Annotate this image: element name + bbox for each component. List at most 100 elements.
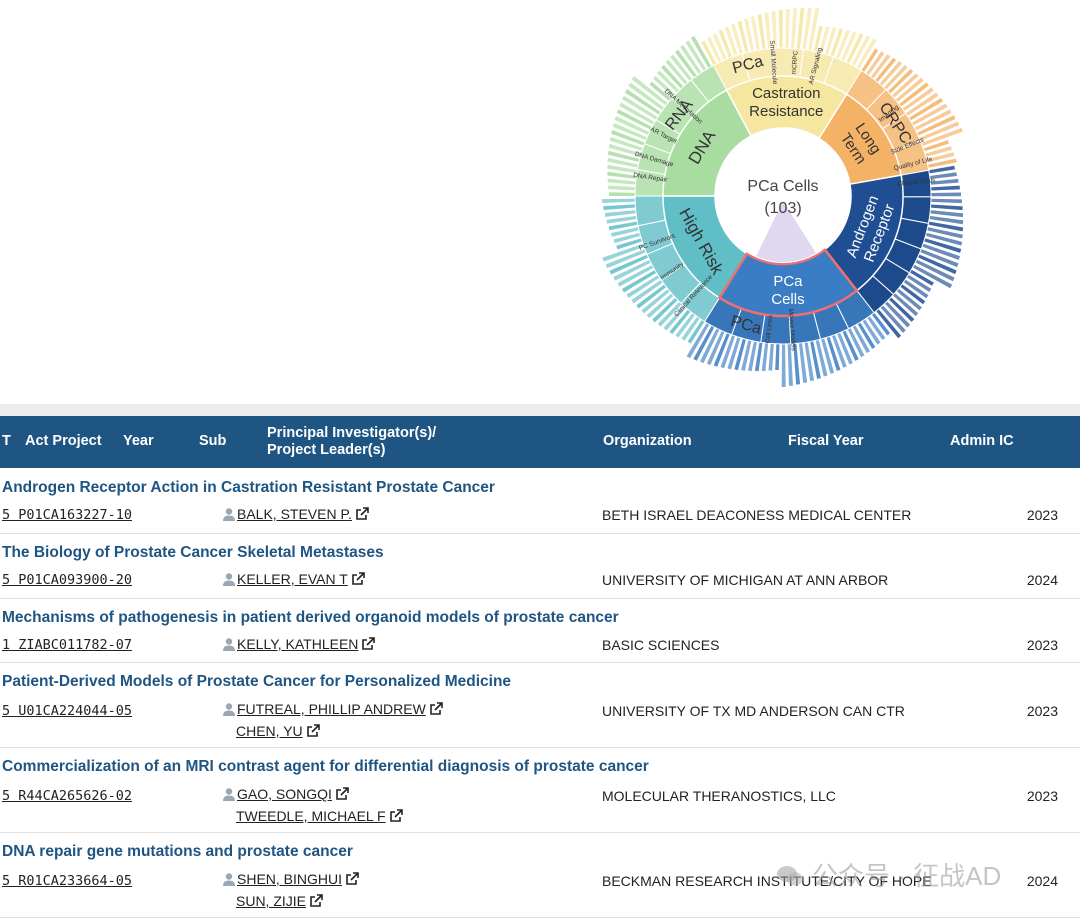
fiscal-year-text: 2024 [1026, 873, 1058, 889]
sunburst-center-count[interactable]: (103) [764, 200, 801, 217]
pi-name-link[interactable]: CHEN, YU [236, 723, 303, 739]
project-title-link[interactable]: Androgen Receptor Action in Castration R… [2, 479, 495, 497]
external-link-icon[interactable] [351, 572, 365, 586]
sunburst-fringe-bar[interactable] [778, 10, 783, 49]
project-number-link[interactable]: 5 P01CA093900-20 [2, 572, 132, 588]
user-icon [223, 788, 235, 801]
project-title-link[interactable]: The Biology of Prostate Cancer Skeletal … [2, 544, 384, 562]
fiscal-year-text: 2023 [1026, 507, 1058, 523]
sunburst-fringe-bar[interactable] [608, 185, 636, 191]
pi-name-link[interactable]: KELLER, EVAN T [237, 571, 348, 587]
sunburst-fringe-bar[interactable] [761, 342, 769, 372]
pi-entry: KELLER, EVAN T [222, 571, 365, 587]
external-link-icon[interactable] [429, 702, 443, 716]
sunburst-fringe-bar[interactable] [604, 210, 637, 217]
organization-text: BASIC SCIENCES [602, 637, 720, 653]
pi-entry: SHEN, BINGHUI [222, 871, 359, 887]
col-header-fiscal-year[interactable]: Fiscal Year [788, 433, 864, 449]
pi-name-link[interactable]: KELLY, KATHLEEN [237, 636, 358, 652]
external-link-icon[interactable] [306, 724, 320, 738]
watermark-text: 公众号 · 征战AD [812, 861, 1002, 891]
sunburst-fringe-bar[interactable] [930, 185, 960, 191]
sunburst-fringe-bar[interactable] [603, 204, 636, 211]
col-header-t[interactable]: T [2, 433, 11, 449]
pi-name-link[interactable]: TWEEDLE, MICHAEL F [236, 808, 386, 824]
sunburst-segment-label[interactable]: Cells [771, 291, 804, 308]
sunburst-fringe-bar[interactable] [768, 343, 774, 371]
sunburst-subsegment[interactable] [634, 195, 667, 227]
pi-entry: CHEN, YU [236, 723, 320, 739]
pi-name-link[interactable]: GAO, SONGQI [237, 786, 332, 802]
pi-entry: TWEEDLE, MICHAEL F [236, 808, 403, 824]
external-link-icon[interactable] [389, 809, 403, 823]
col-header-pi[interactable]: Principal Investigator(s)/ Project Leade… [267, 425, 436, 459]
table-row: Androgen Receptor Action in Castration R… [0, 469, 1080, 534]
fiscal-year-text: 2023 [1026, 637, 1058, 653]
pi-name-link[interactable]: SUN, ZIJIE [236, 893, 306, 909]
external-link-icon[interactable] [345, 872, 359, 886]
external-link-icon[interactable] [361, 637, 376, 651]
col-header-admin-ic[interactable]: Admin IC [950, 433, 1014, 449]
sunburst-fringe-bar[interactable] [609, 192, 636, 196]
col-header-organization[interactable]: Organization [603, 433, 692, 449]
user-icon [223, 873, 235, 886]
sunburst-fringe-bar[interactable] [930, 204, 963, 211]
sunburst-segment-label[interactable]: Castration [752, 85, 820, 102]
pi-name-link[interactable]: FUTREAL, PHILLIP ANDREW [237, 701, 426, 717]
col-header-year[interactable]: Year [123, 433, 154, 449]
pi-name-link[interactable]: SHEN, BINGHUI [237, 871, 342, 887]
project-title-link[interactable]: Mechanisms of pathogenesis in patient de… [2, 609, 619, 627]
sunburst-svg[interactable]: PCa Cells(103)DNACastrationResistanceLon… [590, 0, 980, 392]
col-header-pi-line2: Project Leader(s) [267, 442, 386, 458]
pi-entry: FUTREAL, PHILLIP ANDREW [222, 701, 443, 717]
user-icon [223, 703, 235, 716]
fiscal-year-text: 2023 [1026, 703, 1058, 719]
watermark: 公众号 · 征战AD [776, 856, 1001, 893]
project-number-link[interactable]: 5 R01CA233664-05 [2, 873, 132, 889]
wechat-icon [777, 866, 803, 886]
sunburst-fringe-bar[interactable] [785, 9, 790, 49]
organization-text: UNIVERSITY OF MICHIGAN AT ANN ARBOR [602, 572, 889, 588]
project-title-link[interactable]: Commercialization of an MRI contrast age… [2, 758, 649, 776]
sunburst-fringe-bar[interactable] [791, 8, 798, 49]
external-link-icon[interactable] [309, 894, 323, 908]
pi-entry: KELLY, KATHLEEN [222, 636, 376, 652]
sunburst-fringe-bar[interactable] [930, 192, 961, 197]
sunburst-fringe-bar[interactable] [930, 198, 962, 204]
project-number-link[interactable]: 5 U01CA224044-05 [2, 703, 132, 719]
project-number-link[interactable]: 5 R44CA265626-02 [2, 788, 132, 804]
pi-entry: GAO, SONGQI [222, 786, 349, 802]
sunburst-fringe-bar[interactable] [929, 210, 964, 218]
user-icon [223, 573, 235, 586]
user-icon [223, 508, 235, 521]
pi-name-link[interactable]: BALK, STEVEN P. [237, 506, 352, 522]
col-header-sub[interactable]: Sub [199, 433, 226, 449]
pi-entry: SUN, ZIJIE [236, 893, 323, 909]
sunburst-fringe-bar[interactable] [781, 343, 786, 387]
organization-text: MOLECULAR THERANOSTICS, LLC [602, 788, 836, 804]
sunburst-fringe-bar[interactable] [602, 198, 636, 204]
organization-text: UNIVERSITY OF TX MD ANDERSON CAN CTR [602, 703, 905, 719]
external-link-icon[interactable] [355, 507, 369, 521]
project-number-link[interactable]: 5 P01CA163227-10 [2, 507, 132, 523]
fiscal-year-text: 2024 [1026, 572, 1058, 588]
sunburst-chart[interactable]: PCa Cells (103) DNA Castration Resistance Lon… [590, 0, 980, 392]
sunburst-segment-label[interactable]: PCa [773, 273, 803, 290]
sunburst-fringe-bar[interactable] [607, 178, 636, 185]
project-number-link[interactable]: 1 ZIABC011782-07 [2, 637, 132, 653]
table-row: The Biology of Prostate Cancer Skeletal … [0, 534, 1080, 599]
project-title-link[interactable]: Patient-Derived Models of Prostate Cance… [2, 673, 511, 691]
organization-text: BETH ISRAEL DEACONESS MEDICAL CENTER [602, 507, 912, 523]
table-header: T Act Project Year Sub Principal Investi… [0, 416, 1080, 468]
col-header-pi-line1: Principal Investigator(s)/ [267, 425, 437, 441]
user-icon [223, 638, 235, 651]
pi-entry: BALK, STEVEN P. [222, 506, 369, 522]
sunburst-center-label[interactable]: PCa Cells [747, 178, 818, 195]
sunburst-fringe-bar[interactable] [775, 343, 780, 370]
table-row: Mechanisms of pathogenesis in patient de… [0, 599, 1080, 663]
project-title-link[interactable]: DNA repair gene mutations and prostate c… [2, 843, 353, 861]
external-link-icon[interactable] [335, 787, 349, 801]
sunburst-segment-label[interactable]: Resistance [749, 103, 823, 120]
col-header-act-project[interactable]: Act Project [25, 433, 102, 449]
table-row: Commercialization of an MRI contrast age… [0, 748, 1080, 833]
